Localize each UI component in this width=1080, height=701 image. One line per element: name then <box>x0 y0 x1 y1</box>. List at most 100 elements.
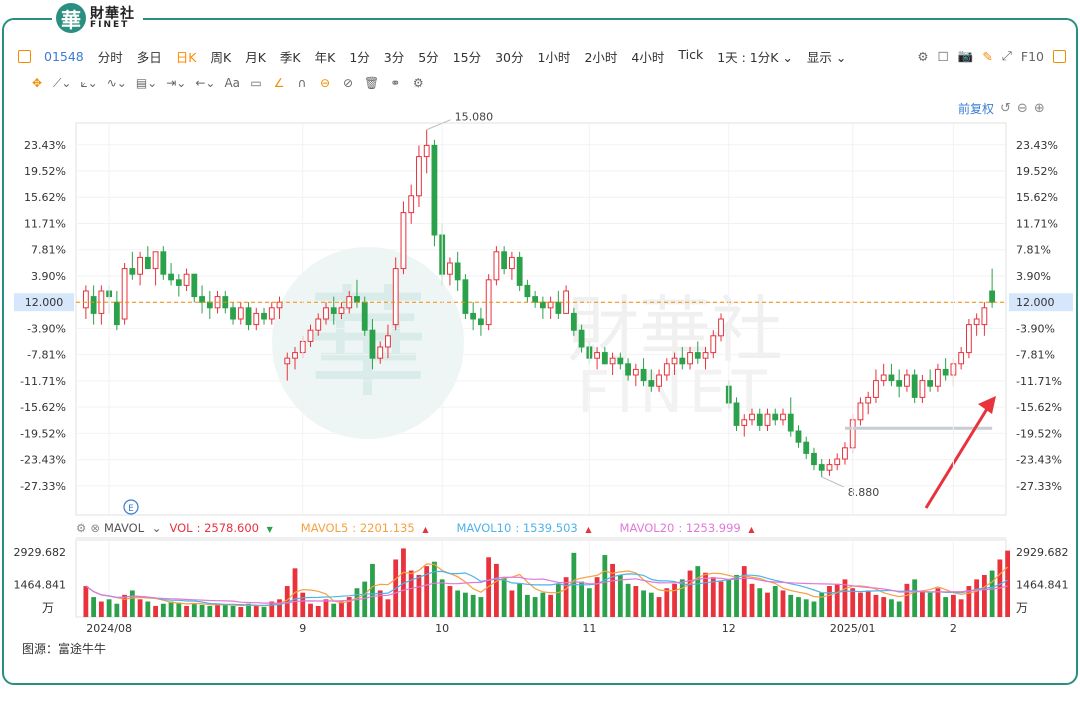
candle-body <box>206 301 213 309</box>
current-price-label-left: 12.000 <box>25 296 64 309</box>
volume-bar <box>896 601 902 617</box>
volume-bar <box>509 590 515 617</box>
volume-bar <box>432 561 437 617</box>
candle-body <box>594 352 600 359</box>
volume-bar <box>889 599 894 617</box>
candle-body <box>601 352 608 365</box>
volume-bar <box>873 594 879 617</box>
candle-body <box>578 329 585 348</box>
vol-settings-icon[interactable]: ⚙ <box>76 521 86 535</box>
vol-legend-item-3: MAVOL20: 1253.999 ▲ <box>619 521 755 535</box>
volume-bar <box>478 597 484 617</box>
volume-bar <box>772 586 778 617</box>
candle-body <box>555 301 562 314</box>
candle-body <box>710 335 717 354</box>
volume-bar <box>803 599 809 617</box>
volume-bar <box>416 574 422 617</box>
candle-body <box>493 251 500 281</box>
volume-bar <box>641 590 646 617</box>
y-tick-left-10: -15.62% <box>20 401 66 414</box>
volume-bar <box>935 588 941 617</box>
volume-bar <box>610 563 615 617</box>
volume-bar <box>679 579 685 617</box>
vol-indicator-select[interactable]: MAVOL ⌄ <box>104 521 161 535</box>
volume-bar <box>703 572 708 617</box>
volume-bar <box>1005 550 1011 617</box>
candle-body <box>423 144 430 158</box>
candle-body <box>958 352 965 365</box>
source-caption: 图源：富途牛牛 <box>22 642 107 656</box>
volume-bar <box>98 601 104 617</box>
kline-chart[interactable]: 華財華社FINET23.43% 23.43%19.52% 19.52%15.62% 1… <box>0 0 1080 701</box>
x-tick-1: 9 <box>299 622 306 635</box>
volume-bar <box>207 605 213 617</box>
volume-bar <box>377 590 383 617</box>
candle-body <box>880 374 887 382</box>
candle-body <box>718 318 724 337</box>
candle-body <box>834 458 841 466</box>
current-price-label-right: 12.000 <box>1016 296 1055 309</box>
volume-bar <box>648 592 654 617</box>
candle-body <box>377 346 384 359</box>
candle-body <box>741 419 748 426</box>
y-tick-left-1: 19.52% <box>24 165 66 178</box>
candle-body <box>803 441 810 454</box>
y-tick-right-0: 23.43% <box>1016 139 1058 152</box>
x-tick-2: 10 <box>435 622 449 635</box>
candle-body <box>888 374 895 382</box>
candle-body <box>896 380 903 387</box>
y-tick-right-12: -23.43% <box>1016 454 1062 467</box>
volume-bar <box>904 583 910 617</box>
candle-body <box>989 290 996 303</box>
volume-bar <box>741 566 747 617</box>
volume-bar <box>989 570 995 617</box>
volume-bar <box>548 594 554 617</box>
candle-body <box>772 413 779 421</box>
candle-body <box>470 312 477 320</box>
candle-body <box>702 352 709 359</box>
candle-body <box>152 251 159 270</box>
y-tick-right-2: 15.62% <box>1016 191 1058 204</box>
candle-body <box>253 312 260 326</box>
vol-tick-right-0: 2929.682 <box>1016 546 1069 559</box>
volume-bar <box>331 603 337 617</box>
x-tick-5: 2025/01 <box>830 622 876 635</box>
volume-bar <box>439 579 445 617</box>
volume-bar <box>447 586 453 617</box>
candle-body <box>237 307 244 320</box>
y-tick-left-12: -23.43% <box>20 454 66 467</box>
candle-body <box>323 307 329 320</box>
candle-body <box>663 363 670 376</box>
candle-body <box>307 329 314 342</box>
candle-body <box>121 268 128 320</box>
volume-bar <box>950 594 956 617</box>
candle-body <box>431 144 438 236</box>
y-tick-right-7: -3.90% <box>1016 322 1055 335</box>
volume-bar <box>493 563 499 617</box>
y-tick-right-8: -7.81% <box>1016 349 1055 362</box>
candle-body <box>919 380 926 398</box>
volume-bar <box>501 577 507 617</box>
volume-bar <box>517 583 523 617</box>
y-tick-left-5: 3.90% <box>31 270 66 283</box>
candle-body <box>268 307 275 320</box>
y-tick-left-0: 23.43% <box>24 139 66 152</box>
price-panel-border <box>75 122 1007 516</box>
volume-bar <box>168 601 174 617</box>
volume-bar <box>540 592 546 617</box>
candle-body <box>369 329 376 359</box>
candle-body <box>261 312 267 320</box>
candle-body <box>857 402 864 421</box>
candle-body <box>811 452 817 466</box>
volume-bar <box>230 605 236 617</box>
volume-bar <box>633 586 639 617</box>
vol-close-icon[interactable]: ⊗ <box>90 521 100 535</box>
x-tick-6: 2 <box>950 622 957 635</box>
candle-body <box>671 357 678 365</box>
volume-bar <box>160 603 166 617</box>
candle-body <box>284 357 291 365</box>
candle-body <box>656 374 662 387</box>
candle-body <box>942 368 949 376</box>
candle-body <box>90 296 97 314</box>
volume-bar <box>362 581 368 617</box>
